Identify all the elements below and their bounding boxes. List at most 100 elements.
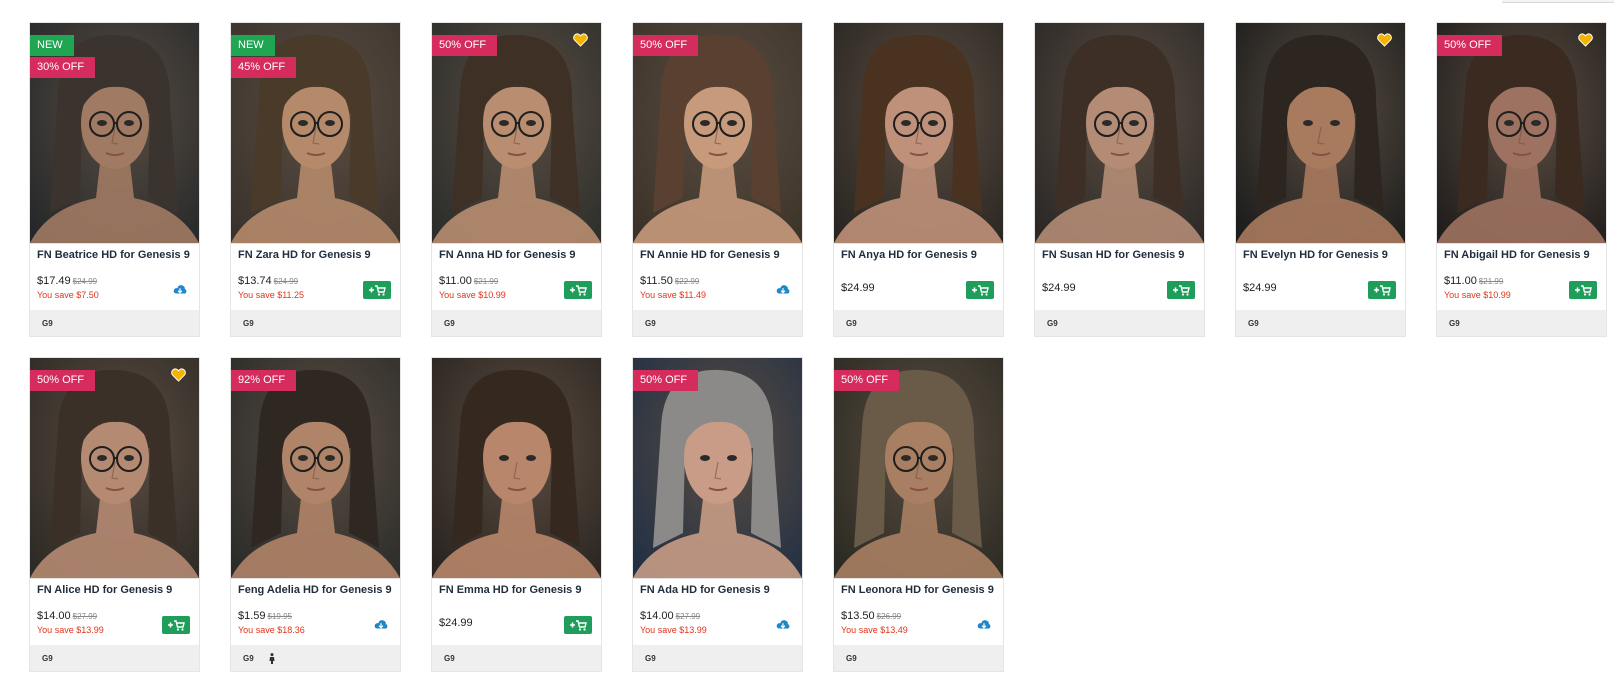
download-icon[interactable] [173,283,187,297]
product-thumbnail[interactable] [1035,23,1204,244]
product-title[interactable]: FN Anna HD for Genesis 9 [439,248,597,262]
discount-badge: 50% OFF [834,370,900,391]
product-card[interactable]: NEW 30% OFF FN Beatrice HD for Genesis 9 $1… [29,22,200,337]
original-price: $21.99 [473,277,499,286]
product-card[interactable]: NEW 45% OFF FN Zara HD for Genesis 9 $13.74… [230,22,401,337]
product-thumbnail[interactable]: 50% OFF [834,358,1003,579]
product-labels: 50% OFF [834,370,900,391]
product-thumbnail[interactable]: 92% OFF [231,358,400,579]
discount-badge: 45% OFF [231,57,297,78]
product-thumbnail[interactable] [1236,23,1405,244]
add-to-cart-icon [570,620,587,631]
add-to-cart-button[interactable] [1368,281,1396,299]
price-line: $11.50 $22.99 [640,274,699,289]
original-price: $27.99 [72,612,98,621]
compatibility-footer: G9 [834,310,1003,336]
add-to-cart-icon [1173,285,1190,296]
wishlist-heart-icon[interactable] [171,368,186,382]
product-title[interactable]: Feng Adelia HD for Genesis 9 [238,583,396,597]
wishlist-heart-icon[interactable] [573,33,588,47]
product-title[interactable]: FN Leonora HD for Genesis 9 [841,583,999,597]
original-price: $26.99 [876,612,902,621]
person-icon [269,652,275,664]
add-to-cart-button[interactable] [966,281,994,299]
product-title[interactable]: FN Alice HD for Genesis 9 [37,583,195,597]
download-icon[interactable] [374,618,388,632]
add-to-cart-button[interactable] [564,616,592,634]
portrait-image [432,23,601,243]
product-thumbnail[interactable]: NEW 30% OFF [30,23,199,244]
product-title[interactable]: FN Zara HD for Genesis 9 [238,248,396,262]
product-title[interactable]: FN Evelyn HD for Genesis 9 [1243,248,1401,262]
add-to-cart-button[interactable] [162,616,190,634]
product-thumbnail[interactable] [432,358,601,579]
product-title[interactable]: FN Emma HD for Genesis 9 [439,583,597,597]
current-price: $14.00 [37,610,71,622]
download-icon[interactable] [776,618,790,632]
portrait-image [633,23,802,243]
product-card[interactable]: 50% OFF FN Ada HD for Genesis 9 $14.00 $27.… [632,357,803,672]
product-card[interactable]: 50% OFF FN Leonora HD for Genesis 9 $13.50… [833,357,1004,672]
product-thumbnail[interactable]: 50% OFF [30,358,199,579]
product-row: 50% OFF FN Alice HD for Genesis 9 $14.00 $2… [29,357,1609,672]
top-right-divider [1502,0,1614,3]
product-card[interactable]: 92% OFF Feng Adelia HD for Genesis 9 $1.59… [230,357,401,672]
product-card[interactable]: 50% OFF FN Annie HD for Genesis 9 $11.50 $2… [632,22,803,337]
wishlist-heart-icon[interactable] [1578,33,1593,47]
download-icon[interactable] [977,618,991,632]
add-to-cart-button[interactable] [1569,281,1597,299]
product-thumbnail[interactable]: 50% OFF [1437,23,1606,244]
wishlist-heart-icon[interactable] [1377,33,1392,47]
discount-badge: 50% OFF [30,370,96,391]
product-card[interactable]: 50% OFF FN Alice HD for Genesis 9 $14.00 $2… [29,357,200,672]
generation-tag: G9 [1449,318,1460,328]
add-to-cart-button[interactable] [363,281,391,299]
savings-text: You save $13.99 [37,625,104,635]
product-title[interactable]: FN Annie HD for Genesis 9 [640,248,798,262]
discount-badge: 30% OFF [30,57,96,78]
product-title[interactable]: FN Susan HD for Genesis 9 [1042,248,1200,262]
product-card[interactable]: FN Susan HD for Genesis 9 $24.99 G9 [1034,22,1205,337]
discount-badge: 50% OFF [432,35,498,56]
product-labels: NEW 30% OFF [30,35,96,78]
compatibility-footer: G9 [432,310,601,336]
product-thumbnail[interactable]: 50% OFF [633,23,802,244]
current-price: $13.74 [238,275,272,287]
product-thumbnail[interactable]: 50% OFF [633,358,802,579]
add-to-cart-button[interactable] [564,281,592,299]
compatibility-footer: G9 [30,310,199,336]
product-title[interactable]: FN Beatrice HD for Genesis 9 [37,248,195,262]
product-thumbnail[interactable]: 50% OFF [432,23,601,244]
discount-badge: 92% OFF [231,370,297,391]
current-price: $24.99 [439,617,473,629]
add-to-cart-button[interactable] [1167,281,1195,299]
price-area: $14.00 $27.99 You save $13.99 [640,609,798,641]
savings-text: You save $18.36 [238,625,305,635]
product-thumbnail[interactable] [834,23,1003,244]
product-title[interactable]: FN Ada HD for Genesis 9 [640,583,798,597]
price-line: $24.99 [1243,281,1277,295]
product-card[interactable]: FN Emma HD for Genesis 9 $24.99 G9 [431,357,602,672]
compatibility-footer: G9 [432,645,601,671]
generation-tag: G9 [645,653,656,663]
generation-tag: G9 [846,653,857,663]
product-title[interactable]: FN Anya HD for Genesis 9 [841,248,999,262]
product-thumbnail[interactable]: NEW 45% OFF [231,23,400,244]
product-title[interactable]: FN Abigail HD for Genesis 9 [1444,248,1602,262]
price-line: $13.74 $24.99 [238,274,298,289]
compatibility-footer: G9 [633,310,802,336]
current-price: $24.99 [841,282,875,294]
product-card[interactable]: 50% OFF FN Abigail HD for Genesis 9 $11.00… [1436,22,1607,337]
original-price: $21.99 [1478,277,1504,286]
product-card[interactable]: FN Evelyn HD for Genesis 9 $24.99 G9 [1235,22,1406,337]
price-area: $24.99 [1243,274,1401,306]
product-card[interactable]: 50% OFF FN Anna HD for Genesis 9 $11.00 $21… [431,22,602,337]
price-line: $13.50 $26.99 [841,609,901,624]
download-icon[interactable] [776,283,790,297]
price-area: $11.00 $21.99 You save $10.99 [1444,274,1602,306]
price-line: $14.00 $27.99 [640,609,700,624]
product-card[interactable]: FN Anya HD for Genesis 9 $24.99 G9 [833,22,1004,337]
product-grid: NEW 30% OFF FN Beatrice HD for Genesis 9 $1… [29,22,1609,692]
discount-badge: 50% OFF [633,370,699,391]
add-to-cart-icon [369,285,386,296]
